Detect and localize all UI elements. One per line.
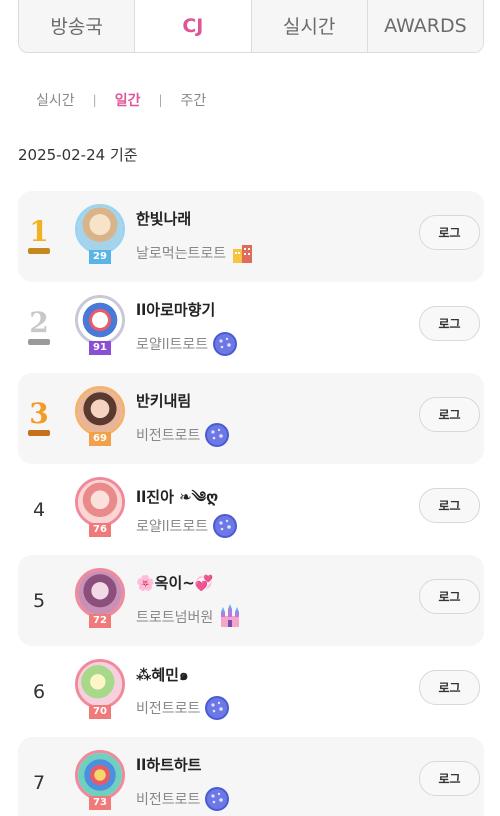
tab-broadcast[interactable]: 방송국 [19,0,136,52]
building-icon [233,245,253,263]
user-name[interactable]: ll아로마향기 [136,299,215,320]
separator: | [158,93,163,107]
group-name: 로얄ll트로트 [136,337,209,353]
ranking-row[interactable]: 7 73 ll하트하트 비전트로트 로그 [18,737,484,816]
rank-number: 7 [32,771,46,794]
tab-realtime[interactable]: 실시간 [251,0,368,52]
level-badge: 73 [89,796,111,810]
level-badge: 76 [89,523,111,537]
main-tabs: 방송국 CJ 실시간 AWARDS [18,0,484,53]
user-name[interactable]: 반키내림 [136,390,191,411]
group-name: 트로트넘버원 [136,610,214,626]
group-name: 비전트로트 [136,792,201,808]
subtab-weekly[interactable]: 주간 [181,90,207,110]
moon-icon [213,514,238,538]
period-subtabs: 실시간 | 일간 | 주간 [36,90,206,110]
user-name[interactable]: 한빛나래 [136,208,191,229]
avatar[interactable] [75,204,125,254]
group-line: 로얄ll트로트 [136,513,238,539]
level-badge: 29 [89,250,111,264]
group-line: 비전트로트 [136,422,230,448]
ranking-list: 1 29 한빛나래 날로먹는트로트 로그 2 91 ll아로마향기 로얄ll트로… [18,191,484,816]
castle-icon [221,604,240,627]
tab-cj[interactable]: CJ [135,0,252,52]
group-line: 로얄ll트로트 [136,331,238,357]
rank-number: 5 [32,589,46,612]
rank-number: 6 [32,680,46,703]
log-button[interactable]: 로그 [419,306,480,341]
group-name: 날로먹는트로트 [136,246,227,262]
log-button[interactable]: 로그 [419,670,480,705]
avatar[interactable] [75,750,125,800]
bronze-trophy-icon: 3 [27,398,51,439]
ranking-row[interactable]: 4 76 ll진아 ❧༄ღ 로얄ll트로트 로그 [18,464,484,555]
moon-icon [213,332,238,356]
rank-indicator: 2 [18,282,60,373]
group-line: 트로트넘버원 [136,604,243,630]
level-badge: 72 [89,614,111,628]
group-name: 비전트로트 [136,428,201,444]
separator: | [92,93,97,107]
log-button[interactable]: 로그 [419,215,480,250]
user-name[interactable]: ⁂혜민๑ [136,663,188,687]
log-button[interactable]: 로그 [419,761,480,796]
avatar[interactable] [75,568,125,618]
user-name[interactable]: ll하트하트 [136,754,201,775]
ranking-row[interactable]: 6 70 ⁂혜민๑ 비전트로트 로그 [18,646,484,737]
avatar[interactable] [75,386,125,436]
log-button[interactable]: 로그 [419,579,480,614]
group-line: 비전트로트 [136,695,230,721]
ranking-row[interactable]: 1 29 한빛나래 날로먹는트로트 로그 [18,191,484,282]
subtab-daily[interactable]: 일간 [115,90,141,110]
log-button[interactable]: 로그 [419,488,480,523]
user-name[interactable]: 🌸옥이~💞 [136,572,214,593]
moon-icon [205,423,230,447]
group-line: 날로먹는트로트 [136,240,256,266]
gold-trophy-icon: 1 [27,216,51,257]
silver-trophy-icon: 2 [27,307,51,348]
rank-indicator: 1 [18,191,60,282]
level-badge: 91 [89,341,111,355]
level-badge: 69 [89,432,111,446]
level-badge: 70 [89,705,111,719]
rank-indicator: 3 [18,373,60,464]
ranking-row[interactable]: 2 91 ll아로마향기 로얄ll트로트 로그 [18,282,484,373]
group-name: 비전트로트 [136,701,201,717]
date-label: 2025-02-24 기준 [18,146,138,164]
tab-awards[interactable]: AWARDS [367,0,483,52]
subtab-realtime[interactable]: 실시간 [36,90,75,110]
moon-icon [205,696,230,720]
ranking-row[interactable]: 5 72 🌸옥이~💞 트로트넘버원 로그 [18,555,484,646]
group-line: 비전트로트 [136,786,230,812]
log-button[interactable]: 로그 [419,397,480,432]
avatar[interactable] [75,477,125,527]
group-name: 로얄ll트로트 [136,519,209,535]
rank-number: 4 [32,498,46,521]
avatar[interactable] [75,659,125,709]
ranking-row[interactable]: 3 69 반키내림 비전트로트 로그 [18,373,484,464]
avatar[interactable] [75,295,125,345]
moon-icon [205,787,230,811]
